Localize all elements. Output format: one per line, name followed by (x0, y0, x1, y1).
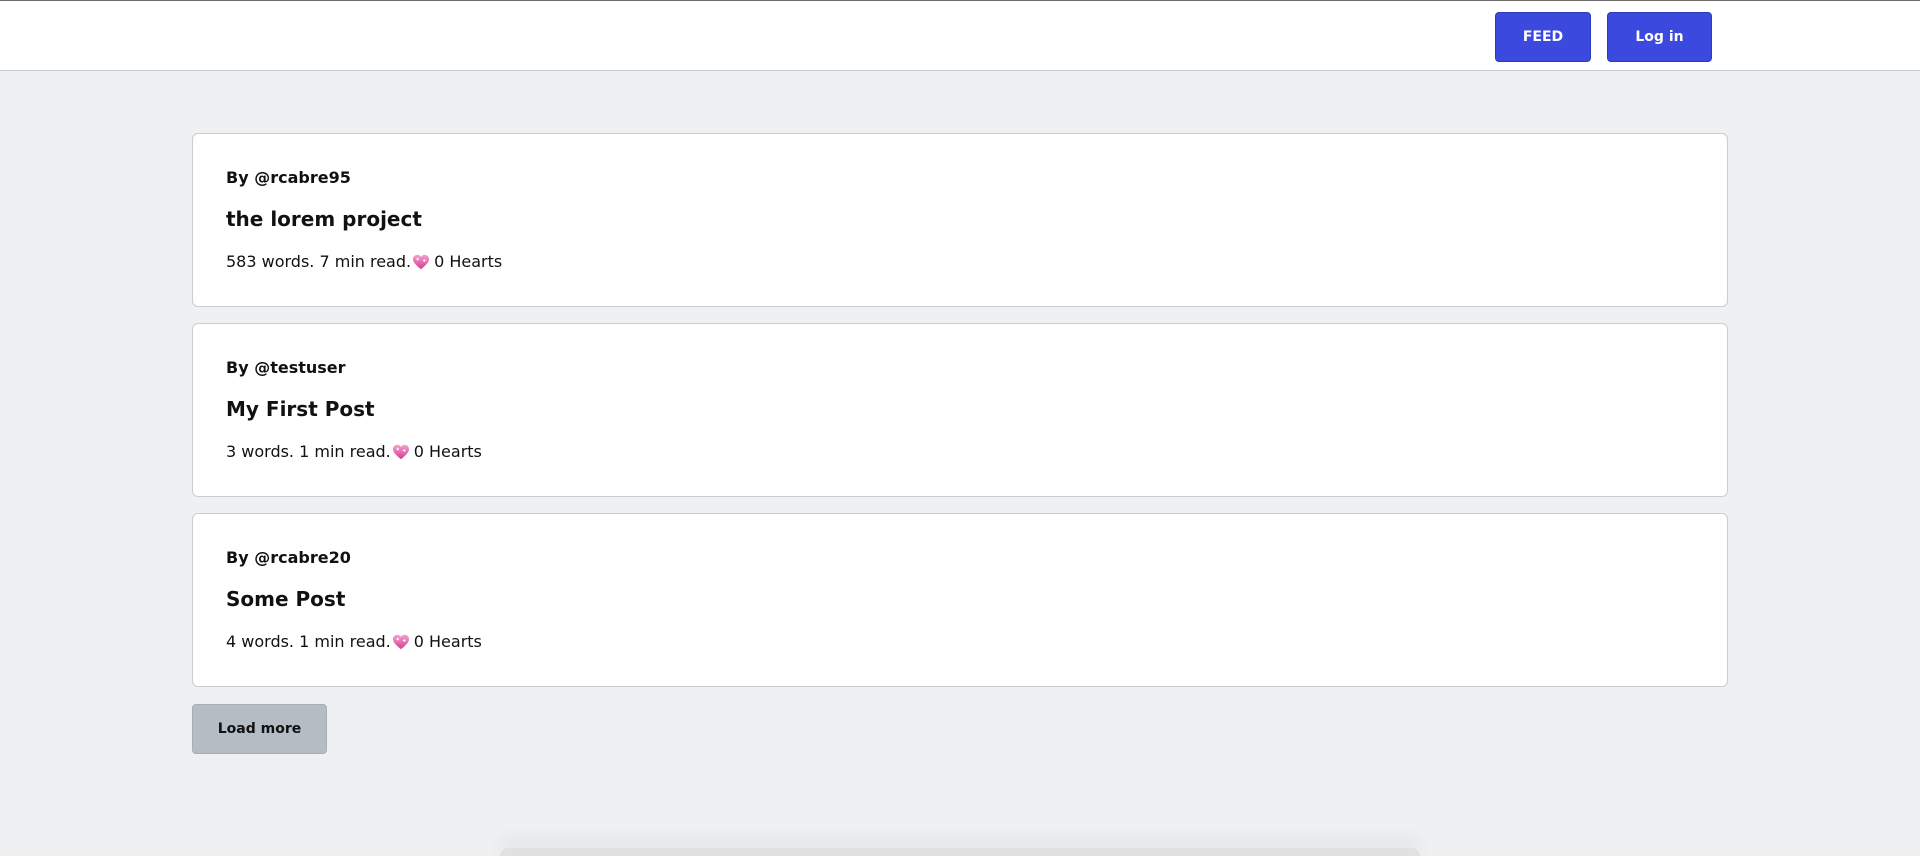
login-button[interactable]: Log in (1607, 12, 1712, 62)
post-stats: 583 words. 7 min read. (226, 252, 412, 271)
post-title[interactable]: the lorem project (226, 207, 422, 231)
post-author[interactable]: By @rcabre95 (226, 168, 351, 187)
post-title[interactable]: My First Post (226, 397, 375, 421)
post-stats: 4 words. 1 min read. (226, 632, 391, 651)
post-hearts: 0 Hearts (434, 252, 503, 271)
heart-icon (392, 634, 410, 650)
post-author[interactable]: By @testuser (226, 358, 346, 377)
heart-icon (392, 444, 410, 460)
post-card[interactable]: By @rcabre95 the lorem project 583 words… (192, 133, 1728, 307)
top-navbar: FEED Log in (0, 0, 1920, 71)
post-title[interactable]: Some Post (226, 587, 345, 611)
post-card[interactable]: By @testuser My First Post 3 words. 1 mi… (192, 323, 1728, 497)
load-more-button[interactable]: Load more (192, 704, 327, 754)
post-card[interactable]: By @rcabre20 Some Post 4 words. 1 min re… (192, 513, 1728, 687)
post-stats: 3 words. 1 min read. (226, 442, 391, 461)
post-meta: 3 words. 1 min read. 0 Hearts (226, 442, 482, 461)
post-hearts: 0 Hearts (413, 442, 482, 461)
heart-icon (412, 254, 430, 270)
post-feed: By @rcabre95 the lorem project 583 words… (192, 133, 1728, 703)
post-author[interactable]: By @rcabre20 (226, 548, 351, 567)
post-meta: 4 words. 1 min read. 0 Hearts (226, 632, 482, 651)
post-meta: 583 words. 7 min read. 0 Hearts (226, 252, 502, 271)
feed-button[interactable]: FEED (1495, 12, 1591, 62)
post-hearts: 0 Hearts (413, 632, 482, 651)
